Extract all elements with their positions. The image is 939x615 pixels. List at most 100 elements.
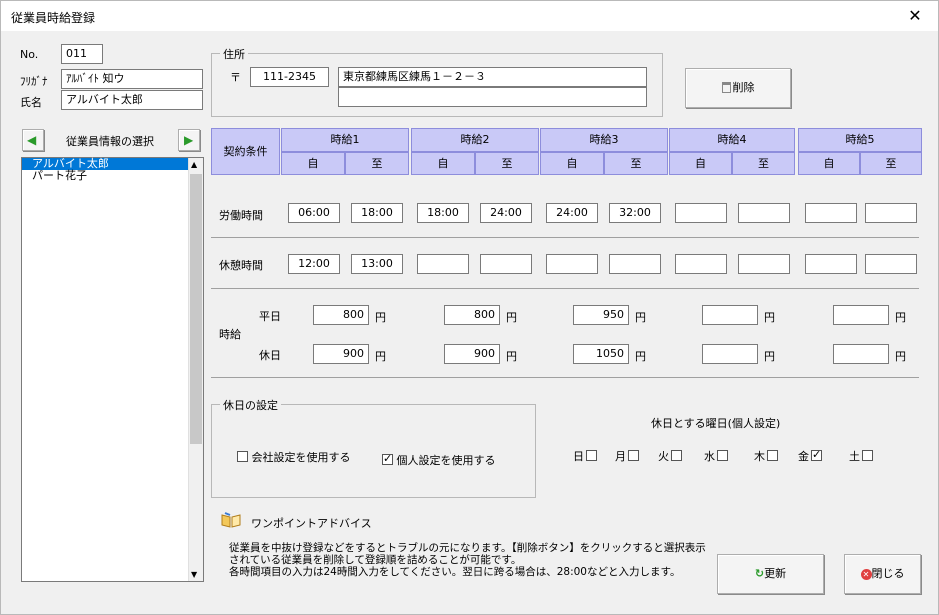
from-header: 自 bbox=[669, 152, 732, 175]
scroll-up-icon[interactable]: ▲ bbox=[191, 160, 197, 169]
address-line2-field[interactable] bbox=[338, 87, 647, 107]
update-button-label: 更新 bbox=[764, 567, 787, 580]
day-checkbox[interactable]: 木 bbox=[754, 448, 778, 464]
break-start-field[interactable] bbox=[805, 254, 857, 274]
break-end-field[interactable] bbox=[738, 254, 790, 274]
yen-label: 円 bbox=[635, 350, 646, 363]
work-start-field[interactable]: 06:00 bbox=[288, 203, 340, 223]
holiday-wage-field[interactable]: 900 bbox=[313, 344, 369, 364]
refresh-icon: ↻ bbox=[754, 567, 765, 580]
holiday-wage-field[interactable] bbox=[702, 344, 758, 364]
yen-label: 円 bbox=[764, 311, 775, 324]
weekday-wage-field[interactable] bbox=[833, 305, 889, 325]
arrow-right-icon: ▶ bbox=[184, 133, 194, 147]
from-header: 自 bbox=[540, 152, 604, 175]
employee-wage-window: 従業員時給登録 ✕ No. 011 ﾌﾘｶﾞﾅ ｱﾙﾊﾞｲﾄ 知ウ 氏名 アルバ… bbox=[0, 0, 939, 615]
day-checkbox-box[interactable] bbox=[717, 450, 728, 461]
day-checkbox-box[interactable] bbox=[671, 450, 682, 461]
wage-header-2: 時給2 bbox=[411, 128, 539, 152]
prev-employee-button[interactable]: ◀ bbox=[22, 129, 44, 151]
divider bbox=[211, 288, 919, 289]
day-checkbox-box[interactable] bbox=[767, 450, 778, 461]
day-checkbox[interactable]: 土 bbox=[849, 448, 873, 464]
work-end-field[interactable]: 24:00 bbox=[480, 203, 532, 223]
day-checkbox[interactable]: 金 bbox=[798, 448, 822, 464]
day-label: 土 bbox=[849, 450, 860, 463]
divider bbox=[211, 237, 919, 238]
break-end-field[interactable] bbox=[480, 254, 532, 274]
address-line1-field[interactable]: 東京都練馬区練馬１－２－３ bbox=[338, 67, 647, 87]
work-end-field[interactable] bbox=[738, 203, 790, 223]
weekday-wage-field[interactable] bbox=[702, 305, 758, 325]
work-start-field[interactable]: 18:00 bbox=[417, 203, 469, 223]
company-checkbox-box[interactable] bbox=[237, 451, 248, 462]
next-employee-button[interactable]: ▶ bbox=[178, 129, 200, 151]
delete-button[interactable]: 削除 bbox=[685, 68, 791, 108]
yen-label: 円 bbox=[506, 350, 517, 363]
close-button[interactable]: ✕ 閉じる bbox=[844, 554, 921, 594]
work-end-field[interactable]: 18:00 bbox=[351, 203, 403, 223]
yen-label: 円 bbox=[895, 311, 906, 324]
day-checkbox[interactable]: 日 bbox=[573, 448, 597, 464]
title-bar: 従業員時給登録 ✕ bbox=[1, 1, 938, 31]
break-start-field[interactable]: 12:00 bbox=[288, 254, 340, 274]
personal-setting-checkbox[interactable]: 個人設定を使用する bbox=[382, 452, 496, 468]
name-field[interactable]: アルバイト太郎 bbox=[61, 90, 203, 110]
day-checkbox[interactable]: 水 bbox=[704, 448, 728, 464]
weekday-wage-field[interactable]: 950 bbox=[573, 305, 629, 325]
break-start-field[interactable] bbox=[675, 254, 727, 274]
close-button-label: 閉じる bbox=[871, 567, 905, 580]
holiday-wage-field[interactable]: 900 bbox=[444, 344, 500, 364]
break-end-field[interactable] bbox=[865, 254, 917, 274]
yen-label: 円 bbox=[635, 311, 646, 324]
day-checkbox[interactable]: 月 bbox=[615, 448, 639, 464]
break-time-label: 休憩時間 bbox=[219, 259, 263, 272]
day-checkbox[interactable]: 火 bbox=[658, 448, 682, 464]
holiday-label: 休日 bbox=[259, 349, 281, 362]
update-button[interactable]: ↻更新 bbox=[717, 554, 824, 594]
employee-list[interactable]: アルバイト太郎 パート花子 ▲ ▼ bbox=[21, 157, 204, 582]
no-field[interactable]: 011 bbox=[61, 44, 103, 64]
company-setting-checkbox[interactable]: 会社設定を使用する bbox=[237, 449, 351, 465]
wage-label: 時給 bbox=[219, 328, 241, 341]
break-start-field[interactable] bbox=[417, 254, 469, 274]
yen-label: 円 bbox=[895, 350, 906, 363]
work-end-field[interactable] bbox=[865, 203, 917, 223]
company-setting-label: 会社設定を使用する bbox=[251, 451, 351, 464]
work-end-field[interactable]: 32:00 bbox=[609, 203, 661, 223]
holiday-wage-field[interactable]: 1050 bbox=[573, 344, 629, 364]
personal-checkbox-box[interactable] bbox=[382, 452, 393, 465]
day-checkbox-box[interactable] bbox=[811, 448, 822, 461]
day-checkbox-box[interactable] bbox=[586, 450, 597, 461]
divider bbox=[211, 377, 919, 378]
weekday-wage-field[interactable]: 800 bbox=[444, 305, 500, 325]
holiday-setting-group: 休日の設定 会社設定を使用する 個人設定を使用する bbox=[211, 397, 536, 498]
to-header: 至 bbox=[475, 152, 539, 175]
weekday-wage-field[interactable]: 800 bbox=[313, 305, 369, 325]
break-start-field[interactable] bbox=[546, 254, 598, 274]
close-icon[interactable]: ✕ bbox=[892, 1, 938, 31]
delete-button-label: 削除 bbox=[732, 81, 755, 94]
to-header: 至 bbox=[732, 152, 795, 175]
to-header: 至 bbox=[345, 152, 409, 175]
postal-mark: 〒 bbox=[230, 71, 241, 84]
work-start-field[interactable] bbox=[675, 203, 727, 223]
postal-code-field[interactable]: 111-2345 bbox=[250, 67, 329, 87]
yen-label: 円 bbox=[506, 311, 517, 324]
holiday-setting-title: 休日の設定 bbox=[220, 397, 281, 413]
no-label: No. bbox=[20, 48, 39, 61]
holiday-wage-field[interactable] bbox=[833, 344, 889, 364]
list-item[interactable]: パート花子 bbox=[22, 170, 188, 182]
window-title: 従業員時給登録 bbox=[11, 11, 96, 25]
list-scrollbar[interactable]: ▲ ▼ bbox=[188, 158, 203, 581]
day-checkbox-box[interactable] bbox=[628, 450, 639, 461]
scroll-thumb[interactable] bbox=[190, 174, 202, 444]
break-end-field[interactable] bbox=[609, 254, 661, 274]
day-checkbox-box[interactable] bbox=[862, 450, 873, 461]
work-start-field[interactable] bbox=[805, 203, 857, 223]
book-icon bbox=[221, 512, 241, 528]
kana-field[interactable]: ｱﾙﾊﾞｲﾄ 知ウ bbox=[61, 69, 203, 89]
scroll-down-icon[interactable]: ▼ bbox=[191, 570, 197, 579]
break-end-field[interactable]: 13:00 bbox=[351, 254, 403, 274]
work-start-field[interactable]: 24:00 bbox=[546, 203, 598, 223]
